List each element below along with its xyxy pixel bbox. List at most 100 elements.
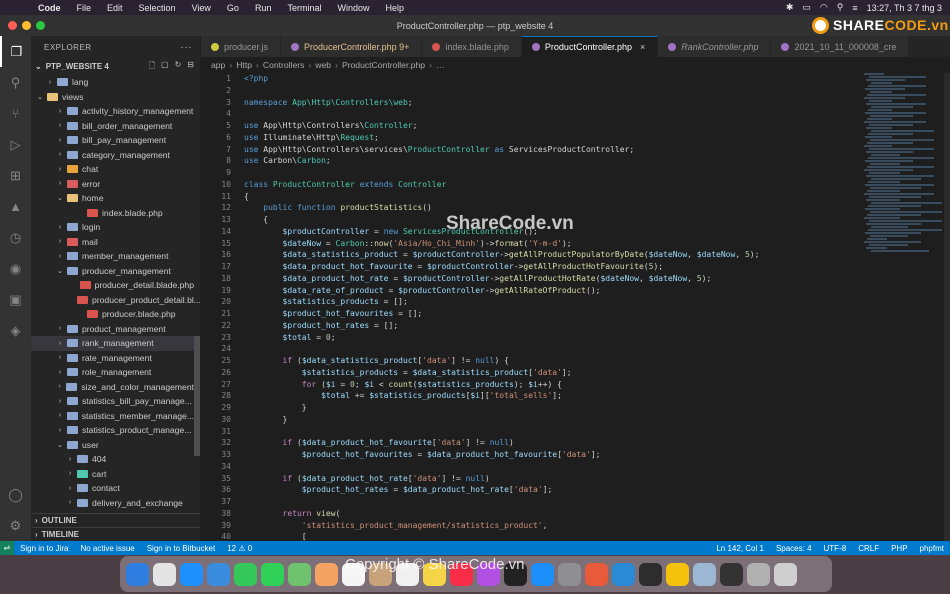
status-item[interactable]: CRLF [852,544,885,553]
menu-help[interactable]: Help [377,3,412,13]
tree-item[interactable]: › product_management [31,322,194,337]
zoom-window-button[interactable] [36,21,45,30]
remote-indicator-icon[interactable]: ⇌ [0,541,14,555]
editor-scrollbar[interactable] [944,73,950,541]
new-folder-icon[interactable]: ▢ [161,60,169,74]
preview-icon[interactable] [693,562,716,586]
menu-terminal[interactable]: Terminal [279,3,329,13]
tree-item[interactable]: ⌄ producer_management [31,264,194,279]
status-item[interactable]: Ln 142, Col 1 [710,544,770,553]
utility-icon[interactable] [747,562,770,586]
tree-item[interactable]: › 404 [31,452,194,467]
timeline-clock-icon[interactable]: ◷ [0,222,31,253]
app-store-icon[interactable] [531,562,554,586]
timeline-section[interactable]: › TIMELINE [31,527,200,541]
close-icon[interactable]: × [640,42,645,52]
tree-item[interactable]: › rank_management [31,336,194,351]
github-icon[interactable]: ◉ [0,253,31,284]
sidebar-scrollbar[interactable] [194,336,200,456]
battery-icon[interactable]: ▭ [802,2,811,13]
control-center-icon[interactable]: ≡ [852,3,857,13]
tree-item[interactable]: ⌄ home [31,191,194,206]
project-header[interactable]: ⌄ PTP_WEBSITE 4 🗋 ▢ ↻ ⊟ [31,58,200,75]
status-item[interactable]: Sign in to Jira [14,544,74,553]
search-view-icon[interactable]: ⚲ [0,67,31,98]
messages-icon[interactable] [261,562,284,586]
tree-item[interactable]: › lang [31,75,194,90]
tree-item[interactable]: › bill_pay_management [31,133,194,148]
status-item[interactable]: phpfmt [914,544,950,553]
tree-item[interactable]: › statistics_member_manage... [31,409,194,424]
terminal-app-icon[interactable] [639,562,662,586]
tree-item[interactable]: › size_and_color_management [31,380,194,395]
extensions-icon[interactable]: ⊞ [0,160,31,191]
status-item[interactable]: UTF-8 [818,544,853,553]
status-item[interactable]: Spaces: 4 [770,544,818,553]
tree-item[interactable]: producer_detail.blade.php [31,278,194,293]
breadcrumb-item[interactable]: Controllers [263,60,305,70]
wifi-icon[interactable]: ◠ [820,2,828,13]
tree-item[interactable]: index.blade.php [31,206,194,221]
refresh-icon[interactable]: ↻ [175,60,182,74]
mail-icon[interactable] [207,562,230,586]
tree-item[interactable]: › role_management [31,365,194,380]
code-editor[interactable]: 1 2 3 4 5 6 7 8 9 10 11 12 13 14 15 16 17 18 19 20 21 22 23 24 2… [201,73,950,541]
facetime-icon[interactable] [234,562,257,586]
bluetooth-icon[interactable]: ✱ [786,2,794,13]
status-item[interactable]: No active issue [74,544,140,553]
launchpad-icon[interactable] [153,562,176,586]
search-icon[interactable]: ⚲ [837,2,844,13]
minimap[interactable] [864,73,944,293]
more-actions-icon[interactable]: ··· [181,42,193,53]
menu-run[interactable]: Run [247,3,280,13]
safari-icon[interactable] [180,562,203,586]
tree-item[interactable]: ⌄ user [31,438,194,453]
tree-item[interactable]: › mail [31,235,194,250]
tree-item[interactable]: › activity_history_management [31,104,194,119]
tree-item[interactable]: ⌄ views [31,90,194,105]
menu-file[interactable]: File [69,3,100,13]
explorer-icon[interactable]: ❐ [0,36,31,67]
tree-item[interactable]: producer_product_detail.bl... [31,293,200,308]
tree-item[interactable]: › category_management [31,148,194,163]
tree-item[interactable]: › delivery_and_exchange [31,496,194,511]
tree-item[interactable]: › contact [31,481,194,496]
account-icon[interactable]: ◯ [0,479,31,510]
tree-item[interactable]: › statistics_product_manage... [31,423,194,438]
chrome-icon[interactable] [666,562,689,586]
source-control-icon[interactable]: ⑂ [0,98,31,129]
console-icon[interactable] [720,562,743,586]
status-item[interactable]: 12 ⚠ 0 [221,544,258,553]
code-lines[interactable]: <?php namespace App\Http\Controllers\web;… [244,73,864,541]
menu-clock[interactable]: 13:27, Th 3 7 thg 3 [867,3,942,13]
breadcrumb-item[interactable]: … [436,60,445,70]
close-window-button[interactable] [8,21,17,30]
docker-icon[interactable]: ▣ [0,284,31,315]
system-preferences-icon[interactable] [558,562,581,586]
photos-icon[interactable] [315,562,338,586]
menu-view[interactable]: View [184,3,219,13]
tree-item[interactable]: › rate_management [31,351,194,366]
breadcrumb-item[interactable]: Http [236,60,252,70]
editor-tab[interactable]: ProductController.php × [521,36,659,57]
tree-item[interactable]: producer.blade.php [31,307,194,322]
tree-item[interactable]: › statistics_bill_pay_manage... [31,394,194,409]
vscode-icon[interactable] [612,562,635,586]
status-item[interactable]: Sign in to Bitbucket [141,544,221,553]
new-file-icon[interactable]: 🗋 [149,60,155,74]
editor-tab[interactable]: 2021_10_11_000008_cre [771,36,910,57]
minimize-window-button[interactable] [22,21,31,30]
atlassian-icon[interactable]: ▲ [0,191,31,222]
breadcrumb-item[interactable]: app [211,60,225,70]
editor-tab[interactable]: ProducerController.php 9+ [281,36,423,57]
live-share-icon[interactable]: ◈ [0,315,31,346]
menu-go[interactable]: Go [219,3,247,13]
finder-icon[interactable] [126,562,149,586]
tree-item[interactable]: › cart [31,467,194,482]
tree-item[interactable]: › member_management [31,249,194,264]
tree-item[interactable]: › bill_order_management [31,119,194,134]
status-item[interactable]: PHP [885,544,913,553]
menu-app-name[interactable]: Code [30,3,69,13]
tree-item[interactable]: › chat [31,162,194,177]
editor-tab[interactable]: index.blade.php [422,36,522,57]
